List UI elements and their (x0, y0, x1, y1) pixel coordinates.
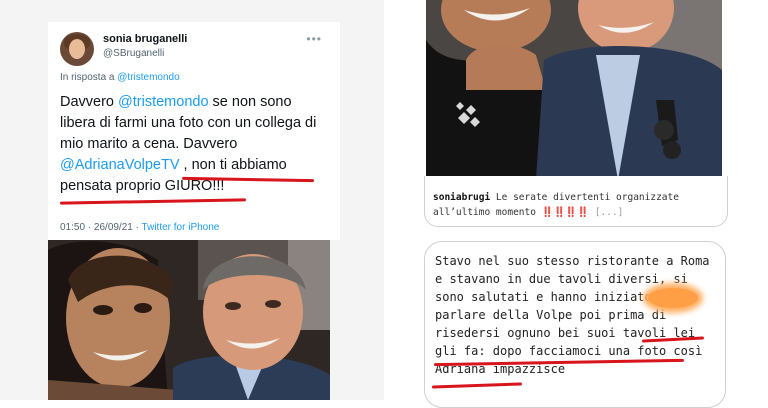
reply-mention-link[interactable]: @tristemondo (117, 72, 179, 83)
instagram-caption-box: soniabrugi Le serate divertenti organizz… (424, 176, 728, 227)
left-screenshot: sonia bruganelli @SBruganelli ••• In ris… (0, 0, 384, 400)
redaction-blob (648, 288, 698, 308)
author-name[interactable]: sonia bruganelli (103, 33, 187, 45)
more-options-icon[interactable]: ••• (306, 32, 322, 46)
right-screenshot: soniabrugi Le serate divertenti organizz… (384, 0, 768, 408)
tweet-timestamp: 01:50 · 26/09/21 · (60, 222, 142, 233)
reply-context: In risposta a @tristemondo (60, 72, 180, 83)
comment-bubble: Stavo nel suo stesso ristorante a Roma e… (424, 241, 726, 408)
caption-more-link[interactable]: [...] (589, 207, 624, 218)
tweet-card: sonia bruganelli @SBruganelli ••• In ris… (48, 22, 340, 240)
tweet-photo[interactable] (48, 240, 330, 400)
avatar-face (69, 39, 85, 59)
tweet-source-link[interactable]: Twitter for iPhone (142, 222, 220, 233)
reply-prefix: In risposta a (60, 72, 118, 83)
author-handle[interactable]: @SBruganelli (103, 48, 164, 59)
tweet-meta: 01:50 · 26/09/21 · Twitter for iPhone (60, 222, 219, 233)
mention-link[interactable]: @tristemondo (118, 94, 208, 110)
mention-link[interactable]: @AdrianaVolpeTV (60, 157, 180, 173)
instagram-photo[interactable] (426, 0, 722, 180)
red-underline (59, 198, 247, 205)
avatar[interactable] (60, 32, 94, 66)
instagram-caption: soniabrugi Le serate divertenti organizz… (433, 190, 719, 220)
tweet-text-part: Davvero (60, 94, 119, 110)
selfie-photo-image (48, 240, 330, 400)
double-exclamation-icon: ‼️‼️‼️‼️ (541, 207, 589, 218)
caption-username-link[interactable]: soniabrugi (433, 192, 490, 203)
selfie-photo-image (426, 0, 722, 180)
